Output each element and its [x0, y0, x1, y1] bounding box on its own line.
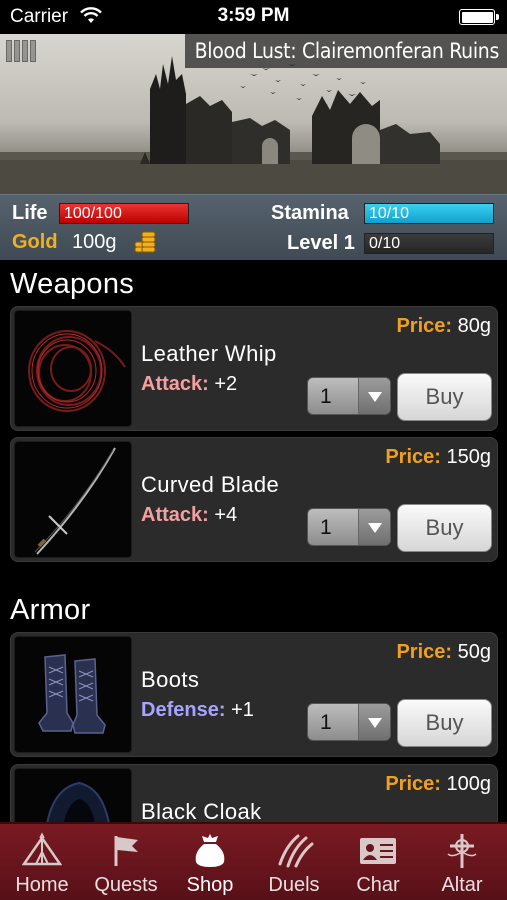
location-banner: Blood Lust: Clairemonferan Ruins — [0, 34, 507, 194]
tab-altar[interactable]: Altar — [420, 824, 504, 900]
tab-char[interactable]: Char — [336, 824, 420, 900]
leather-whip-image — [14, 310, 132, 427]
gold-value: 100g — [72, 231, 117, 253]
gold-label: Gold — [12, 231, 58, 253]
life-label: Life — [12, 202, 48, 224]
battery-icon — [459, 9, 499, 25]
id-card-icon — [360, 838, 396, 864]
price: Price: 50g — [396, 641, 491, 663]
quantity-select[interactable]: 1 — [307, 508, 391, 546]
level-label: Level 1 — [287, 232, 355, 254]
cross-icon — [447, 834, 477, 868]
life-bar: 100/100 — [59, 203, 189, 224]
shop-item-boots: Price: 50g Boots Defense: +1 1 Buy — [10, 632, 498, 757]
status-bar: Carrier 3:59 PM — [0, 0, 507, 34]
tent-icon — [22, 832, 62, 866]
tab-home[interactable]: Home — [0, 824, 84, 900]
quantity-select[interactable]: 1 — [307, 377, 391, 415]
item-name: Leather Whip — [141, 341, 277, 366]
item-attack: Attack: +2 — [141, 373, 238, 395]
flag-icon — [114, 836, 138, 866]
item-name: Curved Blade — [141, 472, 280, 497]
player-stats: Life 100/100 Stamina 10/10 Gold 100g Lev… — [0, 194, 507, 260]
buy-button[interactable]: Buy — [397, 504, 492, 552]
menu-grip-icon[interactable] — [6, 40, 46, 64]
weapons-heading: Weapons — [10, 268, 135, 300]
chevron-down-icon[interactable] — [358, 704, 390, 740]
armor-heading: Armor — [10, 594, 91, 626]
xp-bar: 0/10 — [364, 233, 494, 254]
item-defense: Defense: +1 — [141, 699, 254, 721]
price: Price: 80g — [396, 315, 491, 337]
clock: 3:59 PM — [217, 5, 290, 26]
chevron-down-icon[interactable] — [358, 378, 390, 414]
tab-bar: Home Quests Shop Duels Char Altar — [0, 822, 507, 900]
stamina-label: Stamina — [271, 202, 349, 224]
item-name: Boots — [141, 667, 200, 692]
claw-marks-icon — [278, 834, 314, 868]
price: Price: 100g — [385, 773, 491, 795]
tab-shop[interactable]: Shop — [168, 824, 252, 900]
location-title: Blood Lust: Clairemonferan Ruins — [184, 34, 507, 68]
price: Price: 150g — [385, 446, 491, 468]
curved-blade-image — [14, 441, 132, 558]
chevron-down-icon[interactable] — [358, 509, 390, 545]
shop-item-leather-whip: Price: 80g Leather Whip Attack: +2 1 Buy — [10, 306, 498, 431]
tab-quests[interactable]: Quests — [84, 824, 168, 900]
buy-button[interactable]: Buy — [397, 373, 492, 421]
tab-duels[interactable]: Duels — [252, 824, 336, 900]
buy-button[interactable]: Buy — [397, 699, 492, 747]
quantity-select[interactable]: 1 — [307, 703, 391, 741]
shop-item-curved-blade: Price: 150g Curved Blade Attack: +4 1 Bu… — [10, 437, 498, 562]
money-bag-icon — [195, 834, 225, 867]
item-attack: Attack: +4 — [141, 504, 238, 526]
gold-coins-icon — [134, 231, 156, 253]
stamina-bar: 10/10 — [364, 203, 494, 224]
boots-image — [14, 636, 132, 753]
